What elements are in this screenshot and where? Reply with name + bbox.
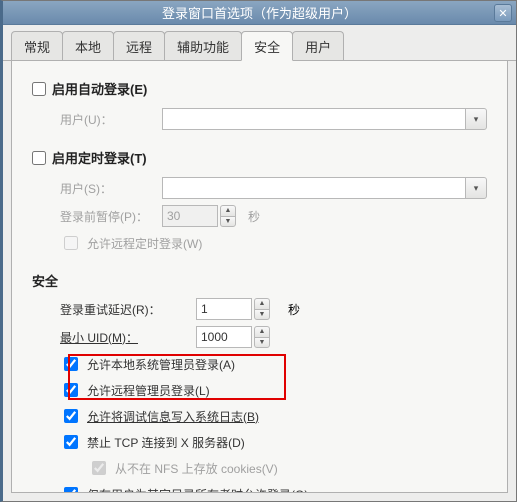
retry-unit-label: 秒 (288, 301, 300, 318)
retry-delay-input[interactable] (196, 298, 252, 320)
auto-login-user-combo[interactable]: ▾ (162, 108, 487, 130)
timed-login-user-combo[interactable]: ▾ (162, 177, 487, 199)
window-title: 登录窗口首选项（作为超级用户） (162, 3, 357, 22)
min-uid-input[interactable] (196, 326, 252, 348)
nfs-cookies-label: 从不在 NFS 上存放 cookies(V) (115, 460, 278, 477)
min-uid-spinner[interactable]: ▲ ▼ (196, 326, 276, 348)
tab-bar: 常规 本地 远程 辅助功能 安全 用户 (3, 25, 516, 61)
tab-content: 启用自动登录(E) 用户(U)： ▾ 启用定时登录(T) 用户(S)： (11, 61, 508, 493)
deny-tcp-label: 禁止 TCP 连接到 X 服务器(D) (87, 434, 245, 451)
close-icon: ✕ (498, 7, 507, 20)
pause-spinner[interactable]: ▲ ▼ (162, 205, 242, 227)
pause-spin-up[interactable]: ▲ (220, 205, 236, 216)
tab-accessibility[interactable]: 辅助功能 (164, 31, 242, 60)
tab-general[interactable]: 常规 (11, 31, 63, 60)
allow-local-admin-checkbox[interactable] (64, 357, 78, 371)
allow-remote-timed-checkbox[interactable] (64, 236, 78, 250)
min-uid-label: 最小 UID(M)： (60, 329, 190, 346)
home-owner-label: 仅在用户为其家目录所有者时允许登录(O) (87, 486, 308, 494)
enable-auto-login-label: 启用自动登录(E) (52, 79, 147, 98)
retry-spin-down[interactable]: ▼ (254, 309, 270, 321)
allow-syslog-checkbox[interactable] (64, 409, 78, 423)
timed-login-section: 启用定时登录(T) 用户(S)： ▾ 登录前暂停(P)： ▲ ▼ (32, 148, 487, 253)
allow-syslog-label: 允许将调试信息写入系统日志(B) (87, 408, 259, 425)
pause-spin-down[interactable]: ▼ (220, 216, 236, 228)
preferences-window: 登录窗口首选项（作为超级用户） ✕ 常规 本地 远程 辅助功能 安全 用户 启用… (0, 0, 517, 502)
chevron-down-icon: ▾ (474, 114, 479, 125)
tab-remote[interactable]: 远程 (113, 31, 165, 60)
min-uid-spin-up[interactable]: ▲ (254, 326, 270, 337)
min-uid-spin-down[interactable]: ▼ (254, 337, 270, 349)
auto-login-user-label: 用户(U)： (60, 111, 156, 128)
nfs-cookies-checkbox[interactable] (92, 461, 106, 475)
tab-users[interactable]: 用户 (292, 31, 344, 60)
retry-spin-up[interactable]: ▲ (254, 298, 270, 309)
allow-remote-timed-label: 允许远程定时登录(W) (87, 235, 202, 252)
close-button[interactable]: ✕ (494, 4, 512, 22)
titlebar: 登录窗口首选项（作为超级用户） ✕ (3, 1, 516, 25)
admin-login-group: 允许本地系统管理员登录(A) 允许远程管理员登录(L) (32, 354, 487, 400)
security-section-title: 安全 (32, 271, 487, 290)
retry-delay-spinner[interactable]: ▲ ▼ (196, 298, 276, 320)
allow-remote-admin-label: 允许远程管理员登录(L) (87, 382, 210, 399)
tab-local[interactable]: 本地 (62, 31, 114, 60)
allow-local-admin-label: 允许本地系统管理员登录(A) (87, 356, 235, 373)
auto-login-user-input[interactable] (162, 108, 465, 130)
chevron-down-icon: ▾ (474, 183, 479, 194)
auto-login-user-dropdown-button[interactable]: ▾ (465, 108, 487, 130)
enable-auto-login-checkbox[interactable] (32, 82, 46, 96)
auto-login-section: 启用自动登录(E) 用户(U)： ▾ (32, 79, 487, 130)
timed-login-user-label: 用户(S)： (60, 180, 156, 197)
timed-login-user-input[interactable] (162, 177, 465, 199)
home-owner-checkbox[interactable] (64, 487, 78, 493)
tab-security[interactable]: 安全 (241, 31, 293, 61)
allow-remote-admin-checkbox[interactable] (64, 383, 78, 397)
timed-login-user-dropdown-button[interactable]: ▾ (465, 177, 487, 199)
pause-value-input[interactable] (162, 205, 218, 227)
enable-timed-login-label: 启用定时登录(T) (52, 148, 147, 167)
security-section: 安全 登录重试延迟(R)： ▲ ▼ 秒 最小 UID(M)： ▲ (32, 271, 487, 493)
pause-before-login-label: 登录前暂停(P)： (60, 208, 156, 225)
pause-unit-label: 秒 (248, 208, 260, 225)
retry-delay-label: 登录重试延迟(R)： (60, 301, 190, 318)
deny-tcp-checkbox[interactable] (64, 435, 78, 449)
enable-timed-login-checkbox[interactable] (32, 151, 46, 165)
